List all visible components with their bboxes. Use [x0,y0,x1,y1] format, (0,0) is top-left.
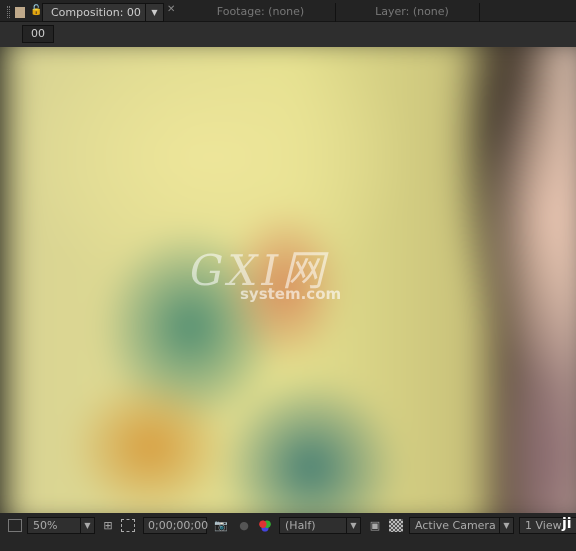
tab-footage[interactable]: Footage: (none) [178,3,336,22]
comp-navigator-bar: 00 [0,22,576,47]
always-preview-icon[interactable] [8,519,22,532]
transparency-grid-icon[interactable] [389,519,403,532]
camera-view-value: Active Camera [415,519,496,532]
chevron-down-icon: ▼ [80,518,94,533]
region-of-interest-icon[interactable]: ▣ [368,519,382,532]
watermark-site: system.com [240,285,342,303]
comp-color-swatch [15,7,25,18]
resolution-value: (Half) [285,519,316,532]
show-snapshot-icon[interactable]: ● [237,519,251,532]
current-time-field[interactable]: 0;00;00;00 [143,517,208,534]
channels-icon[interactable] [258,519,272,532]
zoom-value: 50% [33,519,58,532]
comp-name-button[interactable]: 00 [22,25,54,43]
chevron-down-icon: ▼ [499,518,513,533]
camera-view-select[interactable]: Active Camera ▼ [409,517,514,534]
composition-viewer[interactable]: GXI网 system.com [0,47,576,513]
tab-composition-label: Composition: 00 [51,6,141,19]
watermark-corner: ji [562,516,572,532]
panel-grip-handle[interactable] [7,6,10,18]
tab-layer[interactable]: Layer: (none) [337,3,480,22]
title-action-safe-icon[interactable]: ⊞ [101,519,115,532]
viewer-footer-toolbar: 50% ▼ ⊞ 0;00;00;00 📷 ● (Half) ▼ ▣ Active C… [0,513,576,551]
tab-composition[interactable]: Composition: 00 ▼ [42,3,164,22]
camera-snapshot-icon[interactable]: 📷 [214,519,228,532]
mask-visibility-icon[interactable] [121,519,135,532]
panel-tab-bar: 🔓 Composition: 00 ▼ ✕ Footage: (none) La… [0,0,576,22]
chevron-down-icon[interactable]: ▼ [145,4,163,21]
zoom-select[interactable]: 50% ▼ [27,517,95,534]
chevron-down-icon: ▼ [346,518,360,533]
close-icon[interactable]: ✕ [167,4,175,15]
lock-icon[interactable]: 🔓 [30,5,42,18]
resolution-select[interactable]: (Half) ▼ [279,517,361,534]
